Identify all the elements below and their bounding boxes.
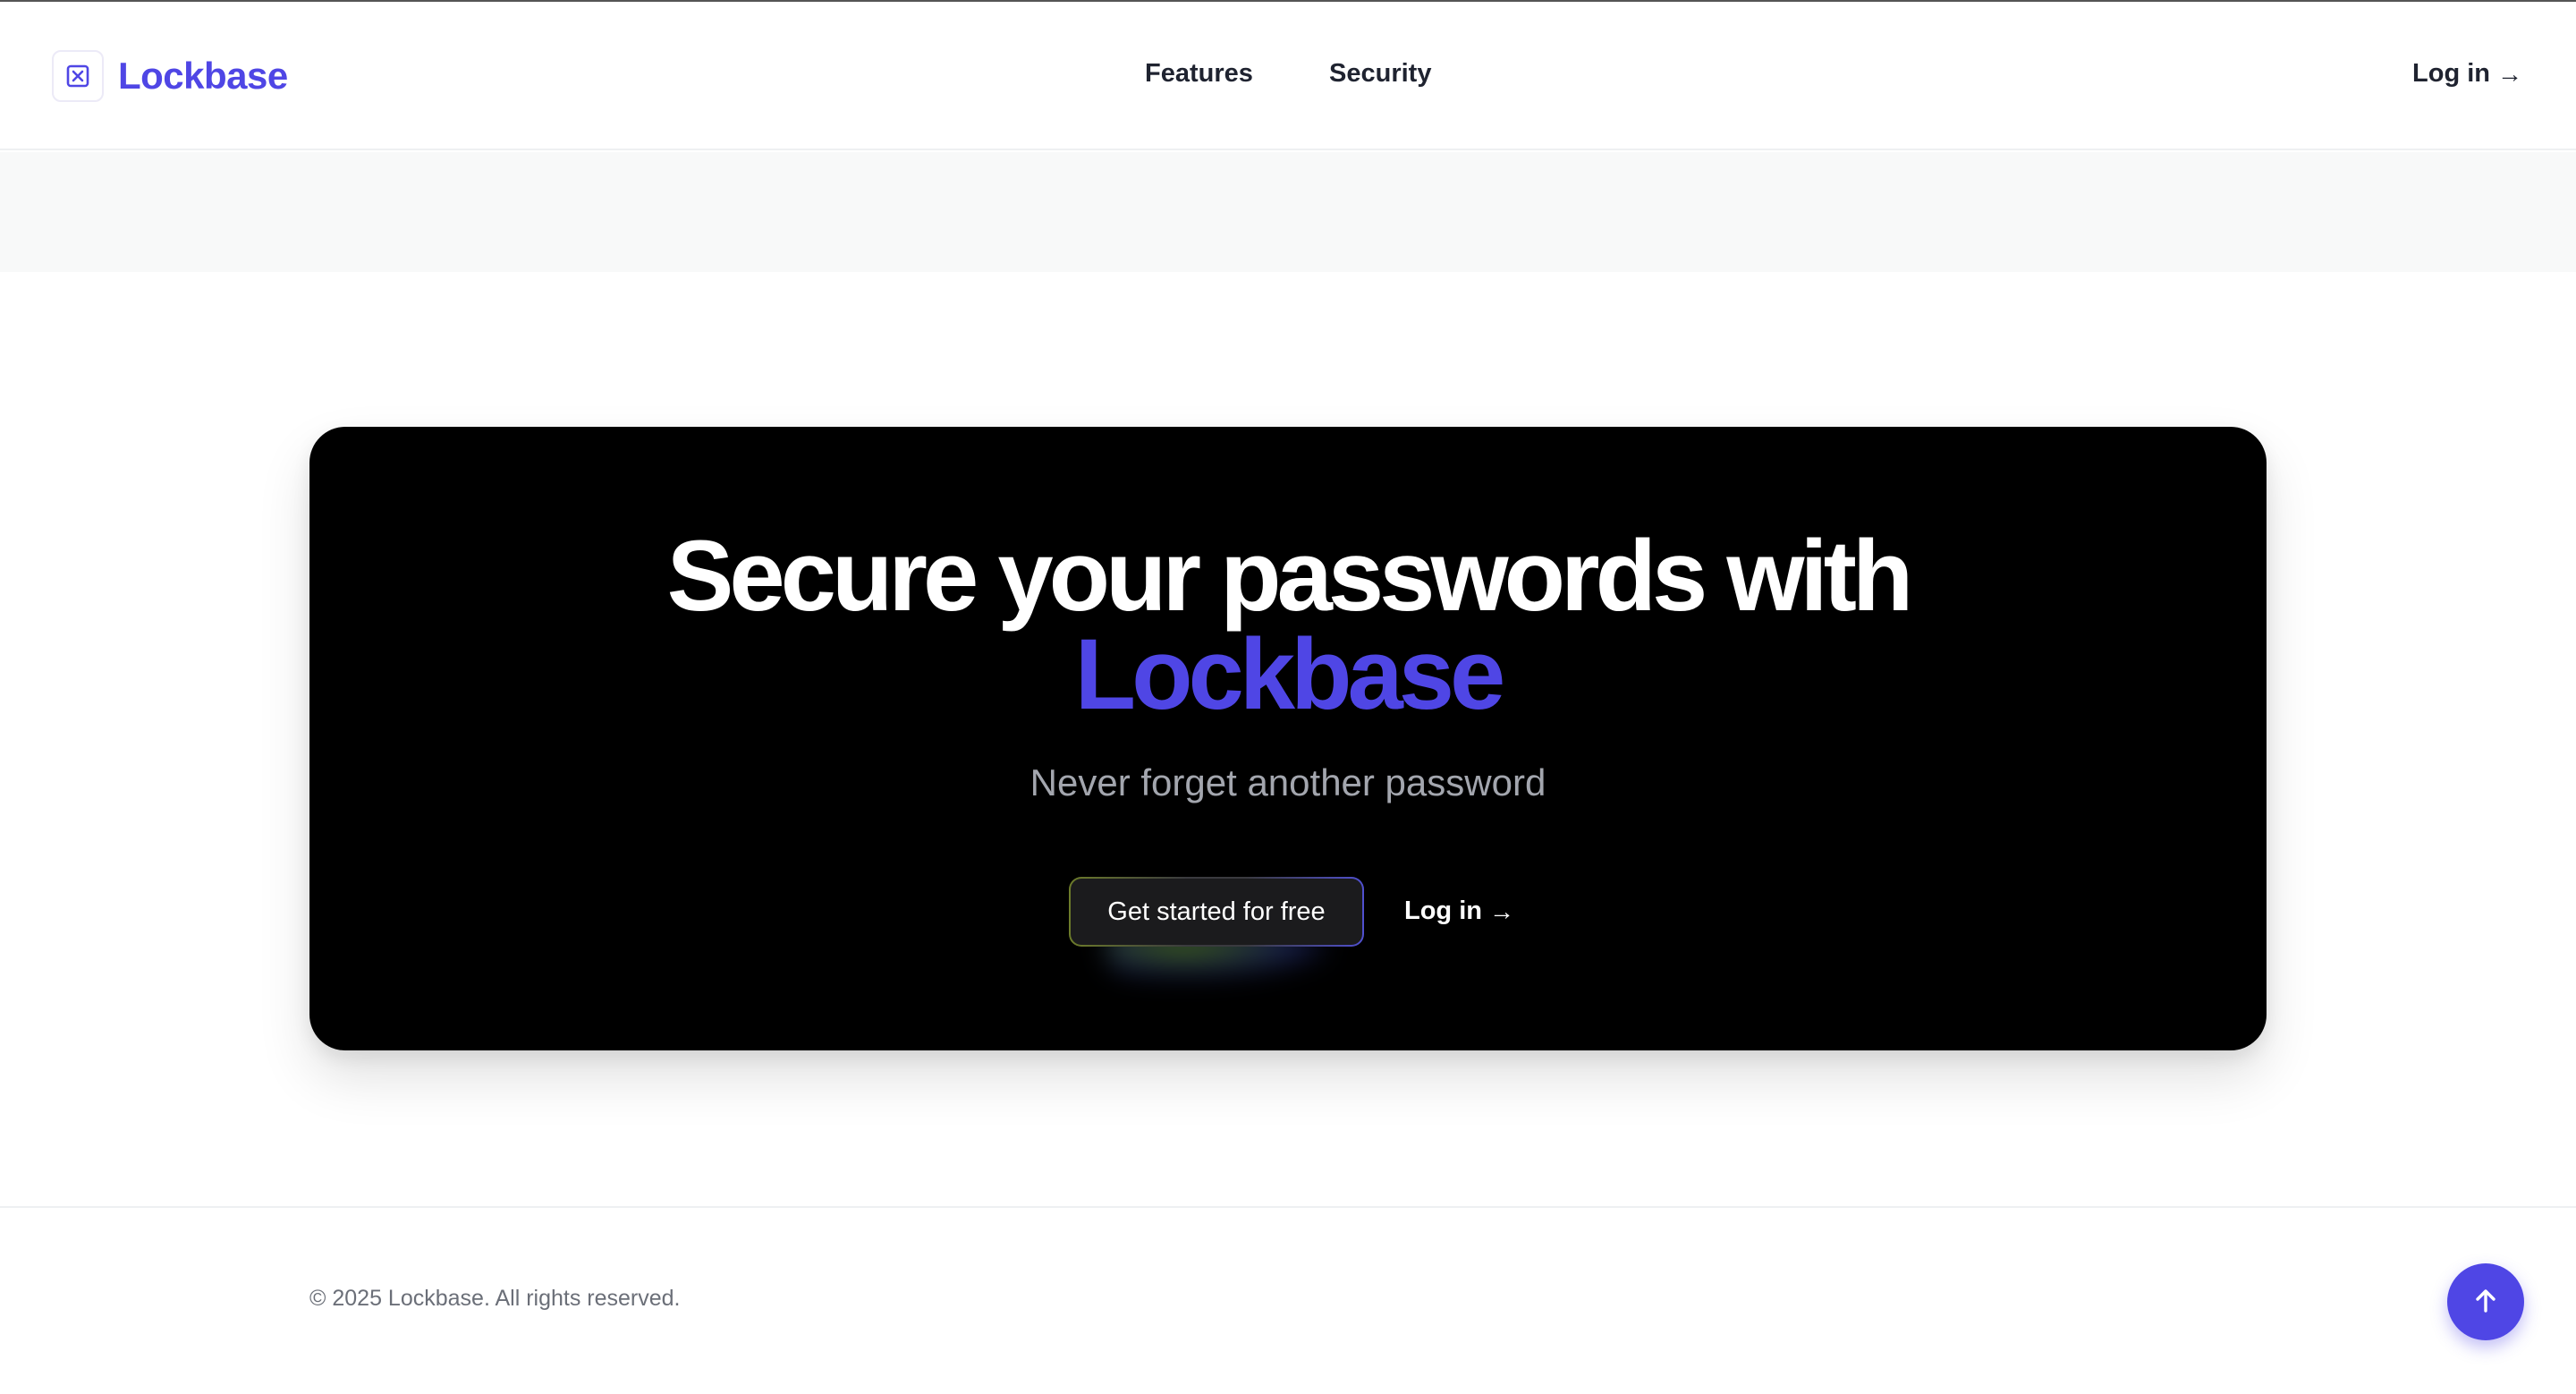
arrow-right-icon: →	[1488, 897, 1514, 925]
announcement-band	[0, 152, 2576, 272]
hero-card: Secure your passwords with Lockbase Neve…	[309, 427, 2267, 1050]
get-started-button[interactable]: Get started for free	[1069, 877, 1364, 947]
arrow-right-icon: →	[2497, 59, 2522, 88]
hero-title-line: Secure your passwords with	[666, 520, 1914, 632]
footer-divider	[0, 1206, 2576, 1208]
hero-title-brand: Lockbase	[1074, 618, 1506, 730]
arrow-up-icon	[2470, 1285, 2502, 1320]
nav-features-link[interactable]: Features	[1145, 59, 1253, 89]
main-nav: Features Security	[0, 59, 2576, 95]
hero-login-link[interactable]: Log in →	[1404, 897, 1514, 926]
hero-subtitle: Never forget another password	[1030, 761, 1546, 803]
nav-security-link[interactable]: Security	[1329, 59, 1431, 89]
site-header: Lockbase Features Security Log in →	[0, 2, 2576, 150]
scroll-to-top-button[interactable]	[2447, 1263, 2524, 1340]
copyright-text: © 2025 Lockbase. All rights reserved.	[309, 1286, 681, 1311]
page: Lockbase Features Security Log in → Secu…	[0, 0, 2576, 1394]
header-login-link[interactable]: Log in →	[2412, 59, 2522, 89]
hero-login-label: Log in	[1404, 897, 1482, 925]
header-login-label: Log in	[2412, 59, 2490, 88]
hero-title: Secure your passwords with Lockbase	[309, 526, 2267, 730]
